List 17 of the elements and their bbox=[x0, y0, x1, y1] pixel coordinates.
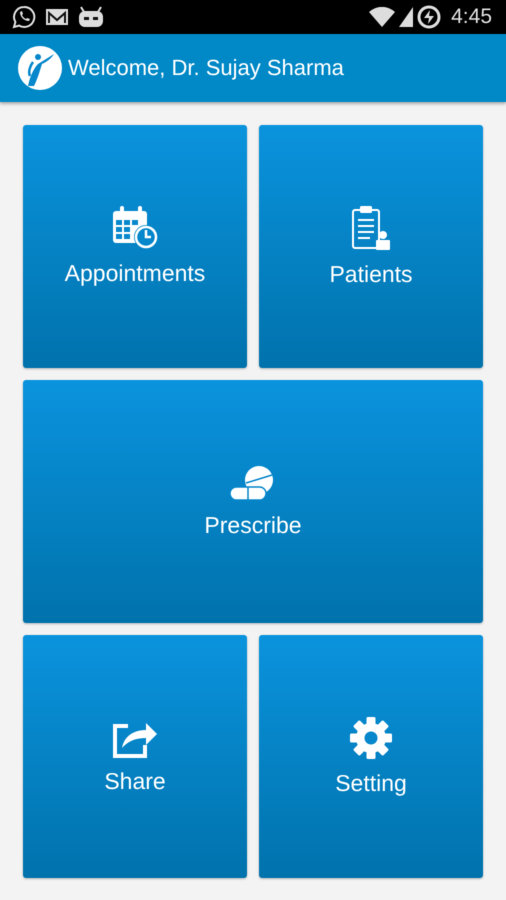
chat-icon bbox=[12, 5, 36, 29]
clock-time: 4:45 bbox=[451, 5, 492, 29]
calendar-clock-icon bbox=[111, 206, 159, 250]
robot-icon bbox=[78, 6, 104, 28]
settings-icon bbox=[349, 716, 393, 760]
menu-tile[interactable]: Appointments bbox=[23, 125, 247, 368]
wifi-icon bbox=[369, 7, 396, 27]
battery-charging-icon bbox=[417, 5, 442, 29]
menu-tile[interactable]: Setting bbox=[259, 635, 483, 878]
mail-icon bbox=[45, 7, 69, 27]
signal-icon bbox=[399, 7, 414, 27]
menu-tile[interactable]: Prescribe bbox=[23, 380, 483, 623]
logo-icon bbox=[18, 46, 62, 90]
menu-tile[interactable]: Share bbox=[23, 635, 247, 878]
clipboard-icon bbox=[351, 205, 391, 251]
menu-tile[interactable]: Patients bbox=[259, 125, 483, 368]
welcome-title: Welcome, Dr. Sujay Sharma bbox=[68, 55, 344, 81]
